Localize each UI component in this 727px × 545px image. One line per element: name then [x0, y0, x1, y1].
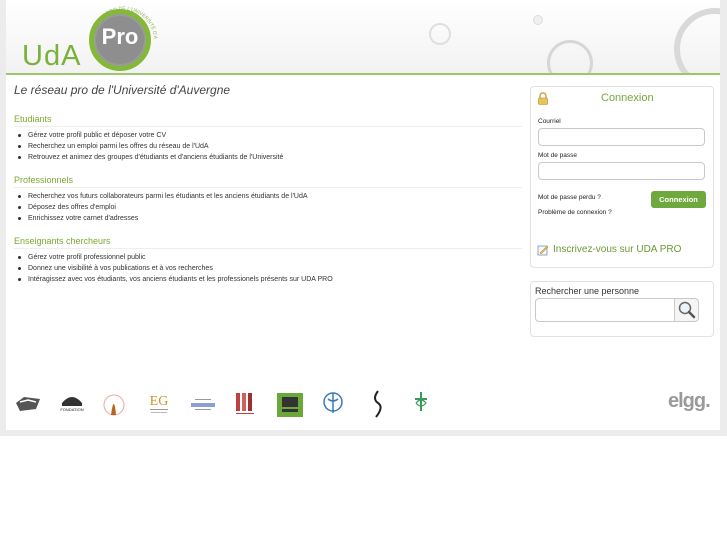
partner-logo-6[interactable]: [234, 389, 258, 421]
register-link[interactable]: Inscrivez-vous sur UDA PRO: [553, 244, 681, 255]
list-item: Recherchez un emploi parmi les offres du…: [14, 141, 283, 152]
login-box: Connexion Courriel Mot de passe Mot de p…: [530, 86, 714, 268]
list-item: Enrichissez votre carnet d'adresses: [14, 213, 308, 224]
list-item: Gérez votre profil professionnel public: [14, 252, 333, 263]
search-box: Rechercher une personne: [530, 281, 714, 337]
partner-logo-5[interactable]: [189, 389, 217, 421]
login-button[interactable]: Connexion: [651, 191, 706, 208]
section-title-professionnels: Professionnels: [14, 175, 74, 185]
page-container: UdA Pro LE RÉSEAU PRO DE L'UNIVERSITÉ D'…: [6, 0, 720, 430]
partner-logo-9[interactable]: [366, 389, 390, 421]
svg-text:EG: EG: [150, 394, 169, 409]
list-item: Recherchez vos futurs collaborateurs par…: [14, 191, 308, 202]
email-field[interactable]: [538, 128, 705, 146]
site-tagline: Le réseau pro de l'Université d'Auvergne: [14, 83, 231, 97]
partner-logo-1[interactable]: [14, 389, 42, 421]
decorative-circle: [547, 40, 593, 73]
decorative-circle: [674, 8, 720, 73]
elgg-logo[interactable]: elgg.: [668, 390, 711, 413]
list-item: Déposez des offres d'emploi: [14, 202, 308, 213]
forgot-password-link[interactable]: Mot de passe perdu ?: [538, 194, 601, 201]
professionnels-list: Recherchez vos futurs collaborateurs par…: [14, 191, 308, 224]
list-item: Retrouvez et animez des groupes d'étudia…: [14, 152, 283, 163]
divider: [14, 248, 522, 249]
partner-logo-7[interactable]: [276, 389, 304, 421]
logo-arc-text: LE RÉSEAU PRO DE L'UNIVERSITÉ D'AUVERGNE: [84, 2, 158, 40]
decorative-circle: [429, 23, 451, 45]
fondation-logo[interactable]: FONDATION: [56, 389, 88, 421]
list-item: Intéragissez avec vos étudiants, vos anc…: [14, 274, 333, 285]
lock-icon: [538, 92, 548, 105]
site-header: UdA Pro LE RÉSEAU PRO DE L'UNIVERSITÉ D'…: [6, 0, 720, 75]
register-icon: [537, 245, 549, 256]
divider: [14, 187, 522, 188]
login-title: Connexion: [601, 92, 654, 104]
login-problem-link[interactable]: Problème de connexion ?: [538, 209, 612, 216]
list-item: Donnez une visibilité à vos publications…: [14, 263, 333, 274]
divider: [14, 126, 522, 127]
password-label: Mot de passe: [538, 152, 578, 159]
pharmacie-logo[interactable]: [408, 389, 434, 421]
email-label: Courriel: [538, 118, 561, 125]
search-title: Rechercher une personne: [535, 286, 640, 296]
svg-text:FONDATION: FONDATION: [60, 407, 83, 412]
section-title-enseignants: Enseignants chercheurs: [14, 236, 111, 246]
search-input[interactable]: [535, 298, 675, 322]
svg-text:LE RÉSEAU PRO DE L'UNIVERSITÉ: LE RÉSEAU PRO DE L'UNIVERSITÉ D'AUVERGNE: [84, 2, 158, 40]
site-logo[interactable]: UdA Pro LE RÉSEAU PRO DE L'UNIVERSITÉ D'…: [6, 0, 166, 73]
partner-logo-3[interactable]: [102, 389, 126, 421]
logo-text: UdA: [22, 40, 82, 72]
search-button[interactable]: [674, 298, 699, 322]
section-title-etudiants: Etudiants: [14, 114, 52, 124]
eg-logo[interactable]: EG: [145, 389, 175, 421]
search-icon: [678, 301, 696, 319]
etudiants-list: Gérez votre profil public et déposer vot…: [14, 130, 283, 163]
medecine-logo[interactable]: [320, 389, 346, 421]
list-item: Gérez votre profil public et déposer vot…: [14, 130, 283, 141]
decorative-circle: [533, 15, 543, 25]
enseignants-list: Gérez votre profil professionnel public …: [14, 252, 333, 285]
password-field[interactable]: [538, 162, 705, 180]
